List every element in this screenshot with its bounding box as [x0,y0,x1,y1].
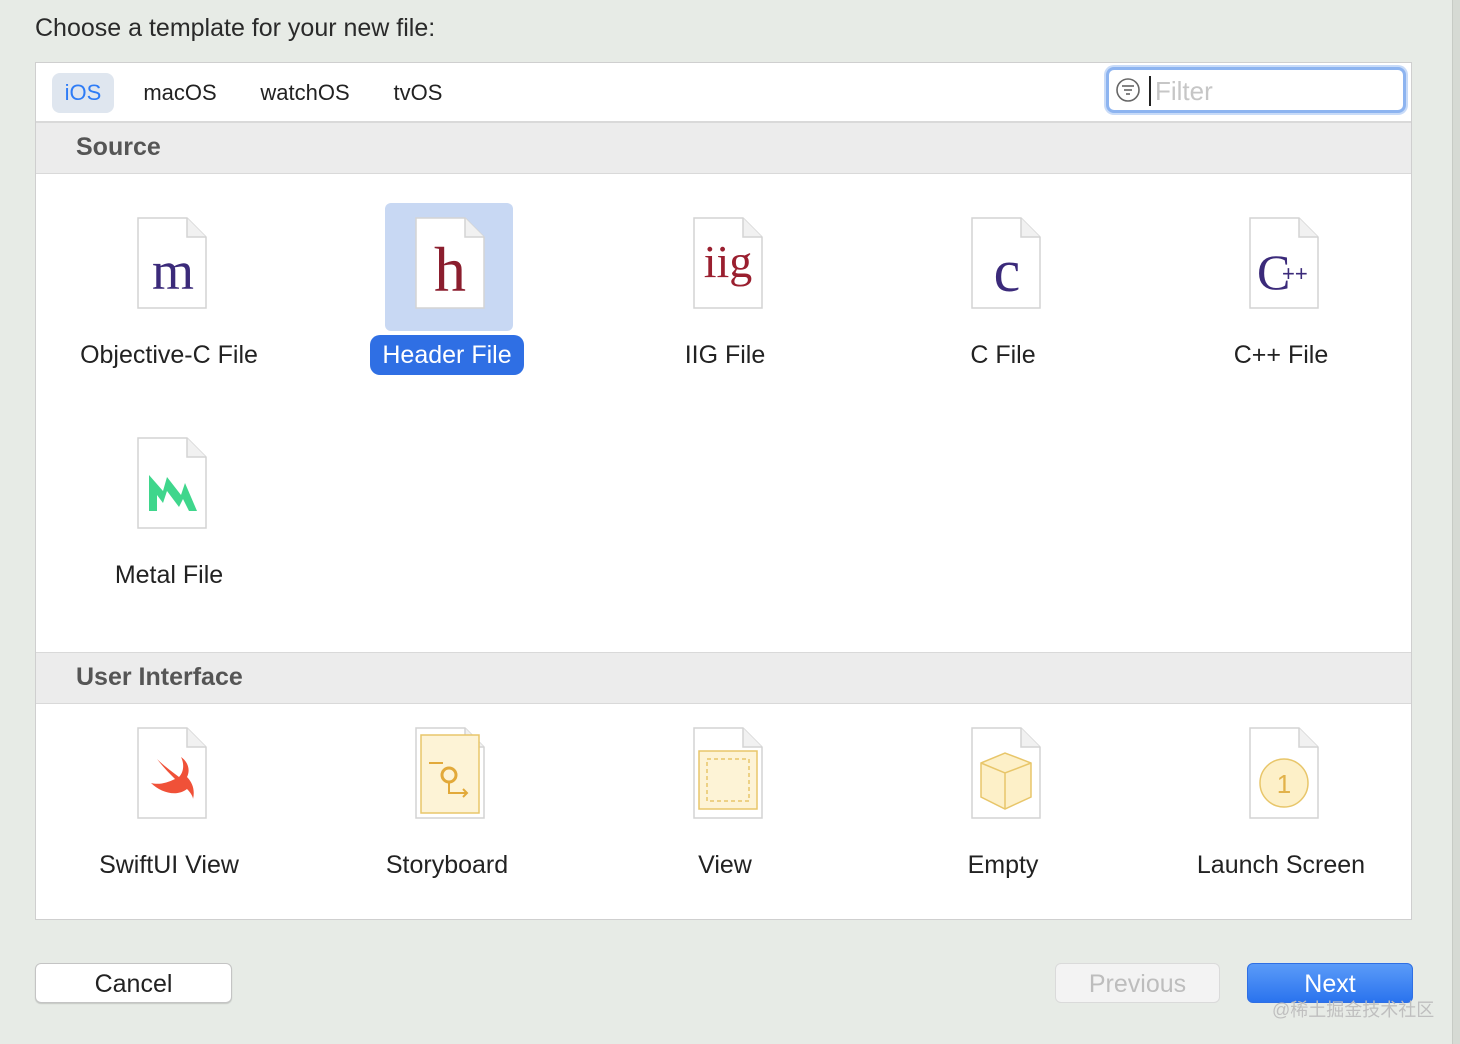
tile-icon-area [941,713,1069,841]
tab-tvos[interactable]: tvOS [382,73,454,113]
tab-macos[interactable]: macOS [132,73,228,113]
filter-input[interactable] [1153,73,1397,109]
tile-icon-area [107,423,235,551]
tile-icon-area [385,713,513,841]
tile-label: Header File [317,335,577,375]
template-tile-objective-c[interactable]: m Objective-C File [39,203,299,403]
tile-icon-area: c [941,203,1069,331]
empty-cube-icon [971,727,1041,819]
template-tile-empty[interactable]: Empty [873,713,1133,913]
template-tile-header[interactable]: h Header File [317,203,577,403]
template-panel: iOS macOS watchOS tvOS Source Class Clas… [35,62,1412,920]
tile-label: Storyboard [385,851,509,879]
template-tile-view[interactable]: View [595,713,855,913]
section-title: User Interface [76,663,243,691]
template-tile-swiftui-view[interactable]: SwiftUI View [39,713,299,913]
view-icon [693,727,763,819]
iig-file-icon: iig [693,217,763,309]
template-tile-c[interactable]: c C File [873,203,1133,403]
metal-file-icon [137,437,207,529]
template-tile-cpp[interactable]: C ++ C++ File [1151,203,1411,403]
platform-tab-bar: iOS macOS watchOS tvOS [36,63,1411,122]
tile-label: IIG File [684,341,766,369]
svg-text:c: c [994,238,1021,304]
section-header-user-interface: User Interface [36,652,1411,704]
tile-icon-area [663,713,791,841]
swift-icon [137,727,207,819]
tile-icon-area [107,713,235,841]
svg-text:++: ++ [1282,261,1308,286]
tile-label: Launch Screen [1196,851,1366,879]
tab-watchos[interactable]: watchOS [248,73,362,113]
tile-label: C File [970,341,1036,369]
tile-label: C++ File [1233,341,1329,369]
c-file-icon: c [971,217,1041,309]
tile-icon-area: C ++ [1219,203,1347,331]
section-title: Source [76,133,161,161]
template-tile-launch-screen[interactable]: 1 Launch Screen [1151,713,1411,913]
template-tile-storyboard[interactable]: Storyboard [317,713,577,913]
dialog-prompt: Choose a template for your new file: [35,14,436,42]
tile-label: Empty [967,851,1039,879]
tile-icon-area: h [385,203,513,331]
svg-text:h: h [434,234,466,305]
objective-c-file-icon: m [137,217,207,309]
svg-text:m: m [152,241,194,301]
tab-ios[interactable]: iOS [52,73,114,113]
tile-icon-area: 1 [1219,713,1347,841]
filter-icon [1116,78,1140,102]
tile-label: SwiftUI View [99,851,239,879]
tile-label: View [698,851,752,879]
previous-button[interactable]: Previous [1055,963,1220,1003]
text-cursor [1149,76,1151,106]
svg-text:1: 1 [1277,769,1291,799]
tile-icon-area: m [107,203,235,331]
tile-label: Objective-C File [80,341,258,369]
template-tile-metal[interactable]: Metal File [39,423,299,623]
cpp-file-icon: C ++ [1249,217,1319,309]
tile-label: Metal File [114,561,224,589]
template-tile-iig[interactable]: iig IIG File [595,203,855,403]
header-file-icon: h [415,217,485,309]
section-header-overlay: Source [36,122,1411,174]
filter-field[interactable] [1106,67,1406,113]
window-edge [1452,0,1460,1044]
launch-screen-icon: 1 [1249,727,1319,819]
tile-icon-area: iig [663,203,791,331]
cancel-button[interactable]: Cancel [35,963,232,1003]
watermark: @稀土掘金技术社区 [1272,1000,1435,1020]
svg-text:iig: iig [704,236,753,287]
storyboard-icon [415,727,485,819]
